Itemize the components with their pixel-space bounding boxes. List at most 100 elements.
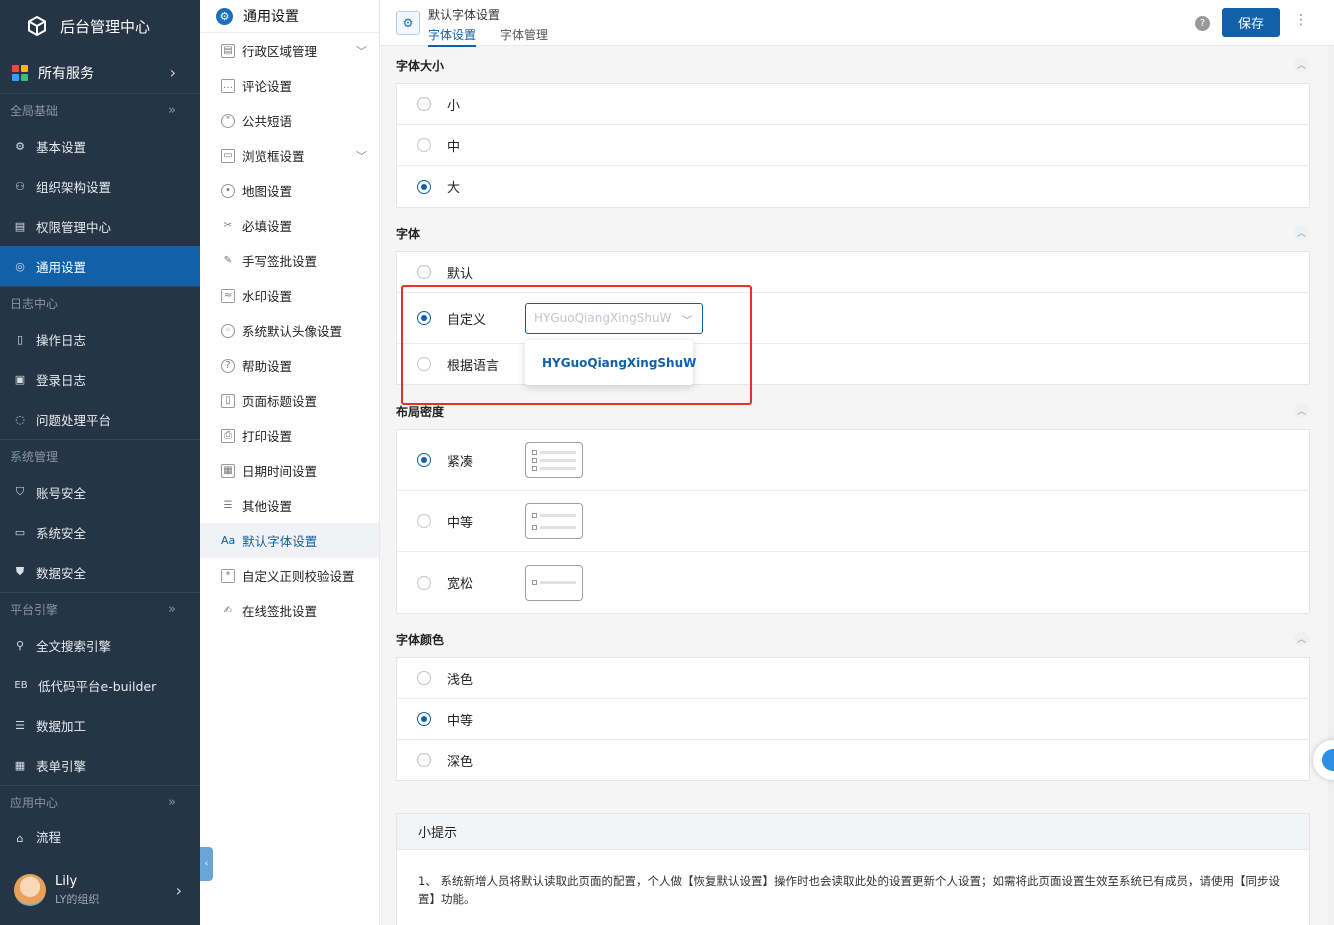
radio-button-selected[interactable]	[417, 311, 431, 325]
nav-label: 组织架构设置	[36, 179, 112, 195]
section-platform[interactable]: 平台引擎 »	[0, 593, 200, 625]
section-logs[interactable]: 日志中心	[0, 287, 200, 319]
submenu-item[interactable]: ✂ 必填设置	[200, 208, 379, 243]
radio-button-selected[interactable]	[417, 712, 431, 726]
radio-button[interactable]	[417, 575, 431, 590]
radio-button[interactable]	[417, 514, 431, 528]
chevron-up-icon[interactable]: ︿	[1294, 57, 1309, 72]
tab-font-settings[interactable]: 字体设置	[428, 26, 477, 47]
calendar-icon: ▦	[221, 463, 235, 478]
help-icon[interactable]: ?	[1195, 16, 1210, 31]
density-panel: 紧凑 中等 宽松	[396, 429, 1310, 614]
submenu-item[interactable]: … 评论设置	[200, 68, 379, 103]
nav-issue-platform[interactable]: ◌ 问题处理平台	[0, 399, 200, 439]
form-icon: ▦	[14, 758, 26, 772]
chevron-up-icon[interactable]: ︿	[1294, 225, 1309, 240]
brand-title: 后台管理中心	[60, 17, 151, 36]
option-row[interactable]: 中等	[397, 699, 1309, 740]
submenu-item[interactable]: ☰ 其他设置	[200, 488, 379, 523]
vertical-scrollbar[interactable]	[1328, 46, 1334, 925]
section-global[interactable]: 全局基础 »	[0, 94, 200, 126]
option-row[interactable]: 紧凑	[397, 430, 1309, 491]
save-button[interactable]: 保存	[1222, 8, 1280, 37]
radio-button[interactable]	[417, 97, 431, 111]
nav-login-log[interactable]: ▣ 登录日志	[0, 359, 200, 399]
section-system[interactable]: 系统管理	[0, 440, 200, 472]
nav-label: 通用设置	[36, 259, 87, 275]
submenu-item[interactable]: ▦ 日期时间设置	[200, 453, 379, 488]
nav-account-security[interactable]: ⛉ 账号安全	[0, 472, 200, 512]
planet-icon: ◌	[15, 412, 25, 426]
submenu-item[interactable]: ⎙ 打印设置	[200, 418, 379, 453]
submenu-label: 自定义正则校验设置	[242, 569, 355, 584]
submenu-item[interactable]: * 自定义正则校验设置	[200, 558, 379, 593]
radio-button[interactable]	[417, 265, 431, 279]
main-sidebar: 后台管理中心 所有服务 › 全局基础 » ⚙ 基本设置 ⚇ 组织架构设置 ▤ 权限管理中…	[0, 0, 200, 925]
option-label: 宽松	[447, 577, 474, 592]
chevron-up-icon[interactable]: ︿	[1294, 403, 1309, 418]
nav-fulltext-search[interactable]: ⚲ 全文搜索引擎	[0, 625, 200, 665]
nav-data-security[interactable]: ⛊ 数据安全	[0, 552, 200, 592]
submenu-item[interactable]: ◦ 系统默认头像设置	[200, 313, 379, 348]
radio-button[interactable]	[417, 753, 431, 767]
nav-ebuilder[interactable]: EB 低代码平台e-builder	[0, 665, 200, 705]
submenu-label: 必填设置	[242, 219, 293, 234]
submenu-item[interactable]: • 地图设置	[200, 173, 379, 208]
option-row[interactable]: 宽松	[397, 552, 1309, 613]
option-row[interactable]: 浅色	[397, 658, 1309, 699]
nav-system-security[interactable]: ▭ 系统安全	[0, 512, 200, 552]
submenu-item[interactable]: ? 帮助设置	[200, 348, 379, 383]
required-icon: ✂	[223, 220, 233, 231]
submenu-item-default-font[interactable]: Aa 默认字体设置	[200, 523, 379, 558]
nav-form-engine[interactable]: ▦ 表单引擎	[0, 745, 200, 785]
radio-button[interactable]	[417, 671, 431, 685]
radio-button[interactable]	[417, 357, 431, 371]
chevron-up-icon[interactable]: ︿	[1294, 631, 1309, 646]
font-dropdown-option[interactable]: HYGuoQiangXingShuW	[525, 340, 696, 385]
tab-font-management[interactable]: 字体管理	[500, 26, 548, 43]
option-row[interactable]: 大	[397, 166, 1309, 207]
custom-font-select[interactable]: HYGuoQiangXingShuW ﹀	[525, 302, 703, 334]
nav-basic-settings[interactable]: ⚙ 基本设置	[0, 126, 200, 166]
chevron-right-icon: ›	[175, 880, 182, 900]
nav-data-processing[interactable]: ☰ 数据加工	[0, 705, 200, 745]
nav-general-settings[interactable]: ◎ 通用设置	[0, 246, 200, 286]
submenu-title: 通用设置	[243, 9, 299, 25]
section-apps[interactable]: 应用中心 »	[0, 786, 200, 818]
chevron-down-icon: ﹀	[356, 149, 367, 163]
user-profile[interactable]: Lily LY的组织 ›	[0, 855, 200, 925]
radio-button-selected[interactable]	[417, 179, 431, 194]
radio-button-selected[interactable]	[417, 453, 431, 467]
submenu-header: ⚙ 通用设置	[200, 0, 379, 33]
nav-label: 流程	[36, 830, 62, 845]
all-services-button[interactable]: 所有服务 ›	[0, 52, 200, 94]
submenu-item[interactable]: ✎ 手写签批设置	[200, 243, 379, 278]
submenu-item[interactable]: ≈ 水印设置	[200, 278, 379, 313]
online-sign-icon: ✍	[223, 605, 233, 616]
submenu-item[interactable]: ✍ 在线签批设置	[200, 593, 379, 628]
submenu-item[interactable]: ▯ 页面标题设置	[200, 383, 379, 418]
submenu-label: 行政区域管理	[242, 44, 318, 59]
tips-panel: 小提示 1、 系统新增人员将默认读取此页面的配置，个人做【恢复默认设置】操作时也…	[396, 813, 1310, 925]
nav-operation-log[interactable]: ▯ 操作日志	[0, 319, 200, 359]
eb-icon: EB	[14, 679, 28, 691]
nav-permission-center[interactable]: ▤ 权限管理中心	[0, 206, 200, 246]
submenu-item[interactable]: ▭ 浏览框设置 ﹀	[200, 138, 379, 173]
watermark-icon: ≈	[221, 288, 235, 303]
submenu-item[interactable]: ▤ 行政区域管理 ﹀	[200, 33, 379, 68]
radio-button[interactable]	[417, 138, 431, 152]
gear-icon: ⚙	[15, 139, 25, 153]
submenu-item[interactable]: " 公共短语	[200, 103, 379, 138]
section-title: 应用中心	[10, 795, 59, 810]
nav-workflow[interactable]: ⌂ 流程	[0, 818, 200, 846]
nav-org-settings[interactable]: ⚇ 组织架构设置	[0, 166, 200, 206]
brand[interactable]: 后台管理中心	[0, 0, 200, 52]
option-row[interactable]: 默认	[397, 252, 1309, 293]
option-row[interactable]: 中	[397, 125, 1309, 166]
option-row[interactable]: 自定义 HYGuoQiangXingShuW ﹀	[397, 293, 1309, 344]
option-row[interactable]: 中等	[397, 491, 1309, 552]
option-row[interactable]: 深色	[397, 740, 1309, 780]
expand-sidebar-handle[interactable]: ‹	[200, 847, 213, 881]
option-row[interactable]: 小	[397, 84, 1309, 125]
more-vertical-icon[interactable]: ⋮	[1294, 12, 1308, 28]
